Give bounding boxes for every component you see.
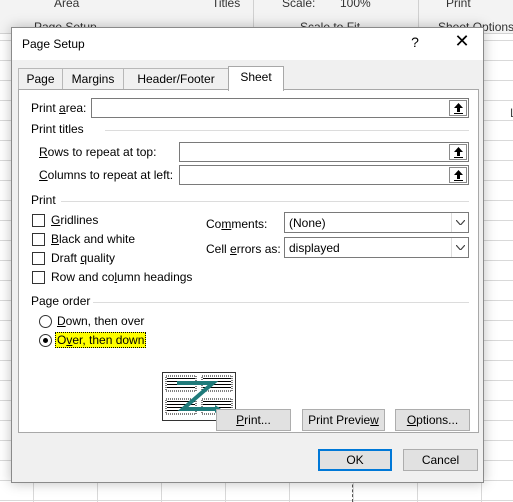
chevron-down-icon[interactable] [451, 213, 468, 232]
rows-to-repeat-input[interactable] [179, 142, 469, 162]
sheet-tab-panel: Print area: Print titles Rows to repeat … [18, 89, 479, 433]
comments-select[interactable]: (None) [284, 212, 469, 233]
over-then-down-radio[interactable] [39, 334, 52, 347]
help-button[interactable]: ? [408, 34, 422, 54]
tab-margins[interactable]: Margins [62, 68, 124, 90]
print-area-label: Print area: [31, 101, 87, 115]
radio-selected-dot [43, 338, 48, 343]
columns-to-repeat-label: Columns to repeat at left: [39, 168, 174, 182]
tab-header-footer[interactable]: Header/Footer [123, 68, 229, 90]
comments-label: Comments: [206, 217, 268, 231]
group-divider [105, 130, 469, 131]
dialog-titlebar[interactable]: Page Setup ? ✕ [12, 28, 483, 60]
columns-collapse-button[interactable] [449, 167, 467, 183]
dialog-title: Page Setup [22, 37, 85, 51]
black-and-white-label: Black and white [51, 232, 136, 246]
collapse-dialog-icon [454, 170, 463, 181]
gridlines-label: Gridlines [51, 213, 99, 227]
tab-page[interactable]: Page [18, 68, 63, 90]
collapse-dialog-icon [454, 103, 463, 114]
print-area-collapse-button[interactable] [449, 100, 467, 116]
cell-errors-value: displayed [289, 241, 340, 255]
ribbon-scale-value[interactable]: 100% [340, 0, 371, 10]
rows-collapse-button[interactable] [449, 144, 467, 160]
page-setup-dialog: Page Setup ? ✕ Page Margins Header/Foote… [11, 27, 484, 483]
page-order-heading: Page order [31, 294, 91, 308]
down-then-over-label: Down, then over [57, 314, 145, 328]
black-and-white-checkbox[interactable] [32, 233, 45, 246]
ribbon-gridlines-print[interactable]: Print [446, 0, 471, 10]
options-button[interactable]: Options... [395, 409, 470, 431]
cancel-button[interactable]: Cancel [403, 449, 478, 471]
over-then-down-label: Over, then down [55, 332, 147, 348]
ribbon-print-area[interactable]: Area [54, 0, 79, 10]
draft-quality-label: Draft quality [51, 251, 116, 265]
collapse-dialog-icon [454, 147, 463, 158]
chevron-down-icon[interactable] [451, 238, 468, 257]
ok-button[interactable]: OK [318, 449, 392, 471]
gridlines-checkbox[interactable] [32, 214, 45, 227]
print-preview-button[interactable]: Print Preview [302, 409, 385, 431]
close-button[interactable]: ✕ [452, 31, 472, 55]
down-then-over-radio[interactable] [39, 315, 52, 328]
print-heading: Print [31, 193, 56, 207]
tab-sheet[interactable]: Sheet [228, 66, 284, 91]
columns-to-repeat-input[interactable] [179, 165, 469, 185]
print-area-input[interactable] [91, 98, 469, 118]
print-titles-heading: Print titles [31, 122, 84, 136]
ribbon-print-titles[interactable]: Titles [212, 0, 240, 10]
cell-errors-select[interactable]: displayed [284, 237, 469, 258]
row-column-headings-label: Row and column headings [51, 270, 193, 284]
row-column-headings-checkbox[interactable] [32, 271, 45, 284]
comments-value: (None) [289, 216, 326, 230]
ribbon-scale-label: Scale: [282, 0, 316, 10]
draft-quality-checkbox[interactable] [32, 252, 45, 265]
print-button[interactable]: Print... [216, 409, 291, 431]
group-divider [61, 201, 469, 202]
group-divider [93, 302, 469, 303]
cell-errors-label: Cell errors as: [206, 242, 281, 256]
column-header-area: L [483, 34, 513, 502]
rows-to-repeat-label: Rows to repeat at top: [39, 145, 157, 159]
